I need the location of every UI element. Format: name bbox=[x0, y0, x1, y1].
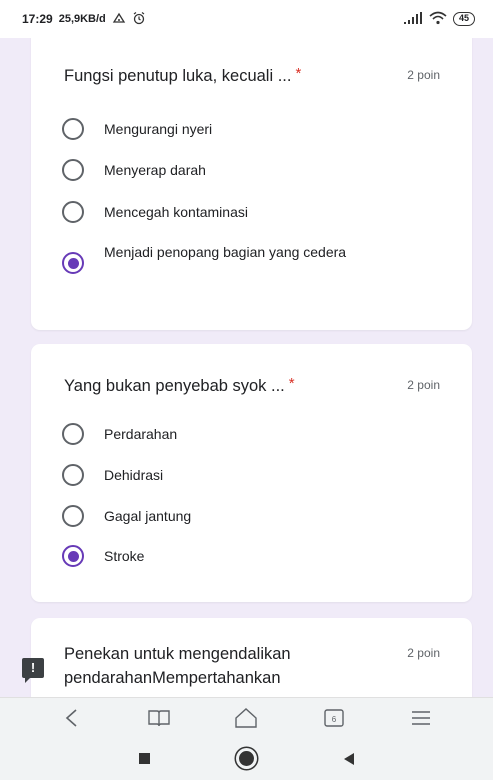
question-header: Penekan untuk mengendalikan pendarahanMe… bbox=[64, 642, 440, 690]
question-title: Fungsi penutup luka, kecuali ... bbox=[64, 67, 292, 85]
status-network-speed: 25,9KB/d bbox=[58, 13, 106, 25]
question-card-2: Yang bukan penyebab syok ... * 2 poin Pe… bbox=[31, 344, 472, 602]
radio-button[interactable] bbox=[62, 464, 84, 486]
question-title: Yang bukan penyebab syok ... bbox=[64, 377, 285, 395]
battery-icon: 45 bbox=[452, 12, 475, 26]
system-nav-bar bbox=[0, 737, 493, 780]
radio-button[interactable] bbox=[62, 118, 84, 140]
option-label: Stroke bbox=[104, 548, 145, 564]
square-icon bbox=[139, 753, 150, 764]
radio-button[interactable] bbox=[62, 159, 84, 181]
question-points: 2 poin bbox=[407, 646, 440, 660]
back-icon[interactable] bbox=[52, 703, 92, 733]
back-button[interactable] bbox=[337, 747, 361, 771]
option-label: Menjadi penopang bagian yang cedera bbox=[104, 244, 347, 260]
radio-button[interactable] bbox=[62, 505, 84, 527]
feedback-icon[interactable]: ! bbox=[22, 658, 44, 683]
signal-icon bbox=[403, 11, 423, 28]
option-label: Dehidrasi bbox=[104, 467, 164, 483]
alarm-icon bbox=[132, 11, 146, 28]
radio-option[interactable]: Menyerap darah bbox=[62, 159, 206, 181]
form-content[interactable]: Fungsi penutup luka, kecuali ... * 2 poi… bbox=[0, 38, 493, 697]
question-header: Fungsi penutup luka, kecuali ... * 2 poi… bbox=[64, 64, 440, 88]
status-time: 17:29 bbox=[22, 12, 53, 26]
question-card-3: Penekan untuk mengendalikan pendarahanMe… bbox=[31, 618, 472, 697]
radio-option[interactable]: Dehidrasi bbox=[62, 464, 164, 486]
circle-icon bbox=[239, 751, 254, 766]
wifi-icon bbox=[429, 11, 447, 28]
option-label: Gagal jantung bbox=[104, 508, 192, 524]
question-header: Yang bukan penyebab syok ... * 2 poin bbox=[64, 374, 440, 398]
radio-option[interactable]: Mencegah kontaminasi bbox=[62, 201, 248, 223]
home-button[interactable] bbox=[235, 747, 259, 771]
option-label: Menyerap darah bbox=[104, 162, 206, 178]
bookmarks-icon[interactable] bbox=[139, 703, 179, 733]
option-label: Mencegah kontaminasi bbox=[104, 204, 248, 220]
radio-option[interactable]: Mengurangi nyeri bbox=[62, 118, 213, 140]
question-title: Penekan untuk mengendalikan pendarahanMe… bbox=[64, 645, 291, 687]
menu-icon[interactable] bbox=[401, 703, 441, 733]
radio-option-selected[interactable]: Menjadi penopang bagian yang cedera bbox=[62, 242, 346, 274]
radio-option-selected[interactable]: Stroke bbox=[62, 545, 145, 567]
question-points: 2 poin bbox=[407, 68, 440, 82]
tabs-icon[interactable]: 6 bbox=[314, 703, 354, 733]
required-mark: * bbox=[295, 65, 302, 82]
tabs-count: 6 bbox=[332, 715, 337, 724]
option-label: Perdarahan bbox=[104, 426, 178, 442]
status-bar: 17:29 25,9KB/d 45 bbox=[0, 0, 493, 38]
radio-button-checked[interactable] bbox=[62, 545, 84, 567]
triangle-back-icon bbox=[343, 752, 354, 765]
required-mark: * bbox=[288, 375, 295, 392]
radio-button[interactable] bbox=[62, 201, 84, 223]
question-card-1: Fungsi penutup luka, kecuali ... * 2 poi… bbox=[31, 38, 472, 330]
question-points: 2 poin bbox=[407, 378, 440, 392]
radio-button-checked[interactable] bbox=[62, 252, 84, 274]
radio-option[interactable]: Gagal jantung bbox=[62, 505, 192, 527]
radio-option[interactable]: Perdarahan bbox=[62, 423, 178, 445]
radio-button[interactable] bbox=[62, 423, 84, 445]
home-icon[interactable] bbox=[226, 703, 266, 733]
notification-icon bbox=[112, 11, 126, 28]
browser-toolbar: 6 bbox=[0, 697, 493, 737]
option-label: Mengurangi nyeri bbox=[104, 121, 213, 137]
recents-button[interactable] bbox=[133, 747, 157, 771]
